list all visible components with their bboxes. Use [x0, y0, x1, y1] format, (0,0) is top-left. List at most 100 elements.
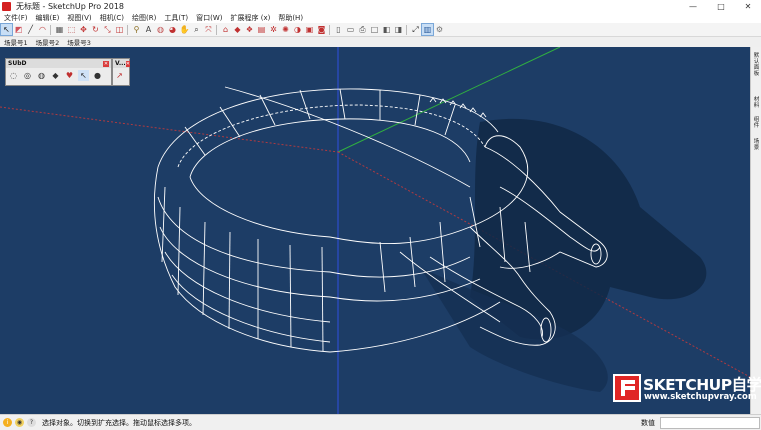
section-icon[interactable]: ▣	[304, 24, 315, 35]
menu-item[interactable]: 帮助(H)	[274, 13, 307, 23]
layers-icon[interactable]: ◧	[381, 24, 392, 35]
measurements-input[interactable]	[660, 417, 760, 429]
center-seam	[224, 86, 471, 188]
geolocation-icon[interactable]: ◉	[15, 418, 24, 427]
side-grid-line	[202, 221, 206, 316]
menu-item[interactable]: 视图(V)	[63, 13, 95, 23]
select-icon[interactable]: ↖	[0, 23, 13, 36]
credits-icon[interactable]: ?	[27, 418, 36, 427]
side-grid-line	[228, 231, 231, 330]
close-button[interactable]: ✕	[735, 0, 761, 12]
layout-icon[interactable]: ▤	[256, 24, 267, 35]
toolbar-separator	[50, 24, 51, 35]
solid-icon[interactable]: ◑	[292, 24, 303, 35]
v-panel-close-button[interactable]: ✕	[125, 60, 130, 67]
toolbar-separator	[406, 24, 407, 35]
orbit-icon[interactable]: ◕	[167, 24, 178, 35]
ring-band-2	[159, 226, 331, 298]
title-bar: 无标题 - SketchUp Pro 2018 — □ ✕	[0, 0, 761, 12]
subd-panel: SUbD ✕ ◌ ◎ ◍ ◆ ♥ ↖ ●	[5, 58, 112, 86]
toolbar-separator	[216, 24, 217, 35]
component-icon[interactable]: ❖	[244, 24, 255, 35]
line-icon[interactable]: ╱	[25, 24, 36, 35]
subd-panel-close-button[interactable]: ✕	[103, 60, 109, 67]
rotate-icon[interactable]: ↻	[90, 24, 101, 35]
folder-icon[interactable]: ▭	[345, 24, 356, 35]
subd-head-icon[interactable]: ●	[92, 70, 103, 81]
menu-item[interactable]: 文件(F)	[0, 13, 32, 23]
push-pull-icon[interactable]: ⬚	[66, 24, 77, 35]
shape-icon[interactable]: ▦	[54, 24, 65, 35]
perspective-icon[interactable]: ⤢	[410, 24, 421, 35]
subd-heart-icon[interactable]: ♥	[64, 70, 75, 81]
camera-icon[interactable]: ◙	[316, 24, 327, 35]
text-icon[interactable]: A	[143, 24, 154, 35]
v-panel-header: V... ✕	[113, 59, 130, 68]
tray-icon[interactable]: ▥	[421, 23, 434, 36]
subd-smooth-icon[interactable]: ◎	[22, 70, 33, 81]
tape-measure-icon[interactable]: ⚲	[131, 24, 142, 35]
zoom-icon[interactable]: ⌕	[191, 24, 202, 35]
maximize-button[interactable]: □	[708, 0, 734, 12]
arc-icon[interactable]: ◠	[37, 24, 48, 35]
extension-icon[interactable]: ◆	[232, 24, 243, 35]
move-icon[interactable]: ✥	[78, 24, 89, 35]
print-icon[interactable]: ⎙	[357, 24, 368, 35]
red-axis-negative	[0, 106, 339, 153]
model-info-icon[interactable]: □	[369, 24, 380, 35]
pan-icon[interactable]: ✋	[179, 24, 190, 35]
paint-bucket-icon[interactable]: ◍	[155, 24, 166, 35]
menu-item[interactable]: 相机(C)	[96, 13, 128, 23]
tray-tab[interactable]: 组件	[753, 117, 760, 129]
sketchup-app-icon	[2, 1, 11, 11]
menu-item[interactable]: 窗口(W)	[192, 13, 226, 23]
prong-grid-line	[379, 241, 386, 293]
toolbar-separator	[329, 24, 330, 35]
side-grid-line	[289, 244, 292, 348]
subd-cursor-icon[interactable]: ↖	[78, 70, 89, 81]
scene-tab[interactable]: 场景号3	[63, 37, 95, 47]
tray-tab[interactable]: 默认面板	[753, 53, 760, 77]
minimize-button[interactable]: —	[680, 0, 706, 12]
bridge-band	[329, 256, 471, 278]
tray-tab[interactable]: 场景	[753, 139, 760, 151]
watermark: SKETCHUP自学 www.sketchupvray.com	[613, 374, 761, 406]
menu-item[interactable]: 工具(T)	[160, 13, 192, 23]
tray-tab[interactable]: 材料	[753, 97, 760, 109]
scale-icon[interactable]: ⤡	[102, 24, 113, 35]
scene-tab[interactable]: 场景号1	[0, 37, 32, 47]
rim-grid-line	[444, 104, 456, 136]
subd-toggle-icon[interactable]: ◌	[8, 70, 19, 81]
eraser-icon[interactable]: ◩	[13, 24, 24, 35]
file-icon[interactable]: ▯	[333, 24, 344, 35]
side-grid-line	[161, 186, 166, 263]
settings-icon[interactable]: ⚙	[434, 24, 445, 35]
zoom-extents-icon[interactable]: ⤧	[203, 24, 214, 35]
prong-grid-line	[409, 236, 416, 288]
warehouse-icon[interactable]: ⌂	[220, 24, 231, 35]
subd-icon-row: ◌ ◎ ◍ ◆ ♥ ↖ ●	[6, 68, 111, 83]
ring-mid-contour	[177, 104, 486, 168]
status-text: 选择对象。切换到扩充选择。拖动鼠标选择多项。	[42, 418, 196, 427]
ring-left-side	[153, 166, 331, 353]
model-viewport[interactable]	[0, 47, 750, 414]
style-icon[interactable]: ◨	[393, 24, 404, 35]
v-panel-arrow-icon[interactable]: ↗	[114, 70, 125, 81]
right-tray: 默认面板材料组件场景	[750, 47, 761, 414]
subd-crease-icon[interactable]: ◍	[36, 70, 47, 81]
watermark-url: www.sketchupvray.com	[644, 392, 757, 402]
sandbox-icon[interactable]: ✺	[280, 24, 291, 35]
gear-red-icon[interactable]: ✲	[268, 24, 279, 35]
side-grid-line	[321, 246, 324, 352]
info-icon[interactable]: i	[3, 418, 12, 427]
menu-item[interactable]: 绘图(R)	[128, 13, 160, 23]
ring-inner-front	[189, 176, 331, 238]
offset-icon[interactable]: ◫	[114, 24, 125, 35]
subd-cube-icon[interactable]: ◆	[50, 70, 61, 81]
menu-item[interactable]: 编辑(E)	[32, 13, 64, 23]
toolbar-separator	[127, 24, 128, 35]
status-bar: i ◉ ? 选择对象。切换到扩充选择。拖动鼠标选择多项。 数值	[0, 414, 761, 430]
model-canvas[interactable]	[0, 47, 750, 414]
menu-item[interactable]: 扩展程序 (x)	[226, 13, 274, 23]
scene-tab[interactable]: 场景号2	[32, 37, 64, 47]
